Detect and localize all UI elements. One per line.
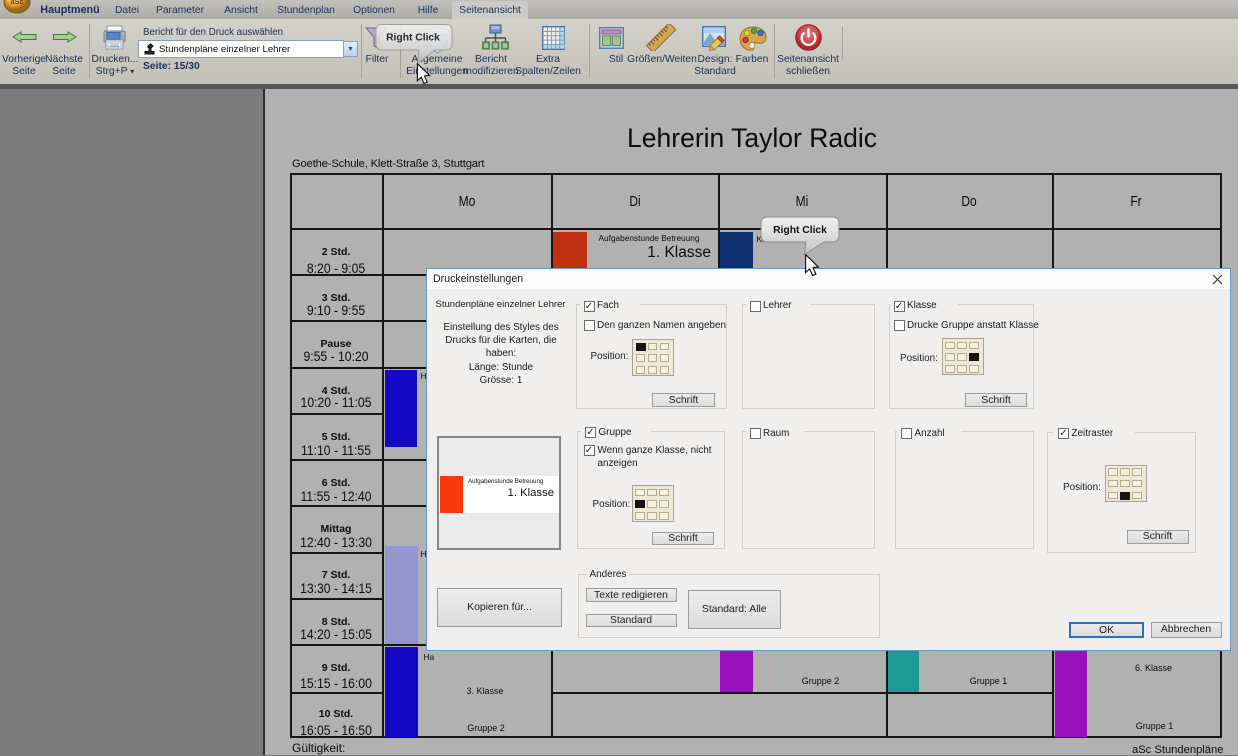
svg-text:aSc: aSc	[11, 0, 24, 6]
svg-text:Right Click: Right Click	[773, 225, 827, 236]
svg-text:Right Click: Right Click	[386, 33, 440, 44]
